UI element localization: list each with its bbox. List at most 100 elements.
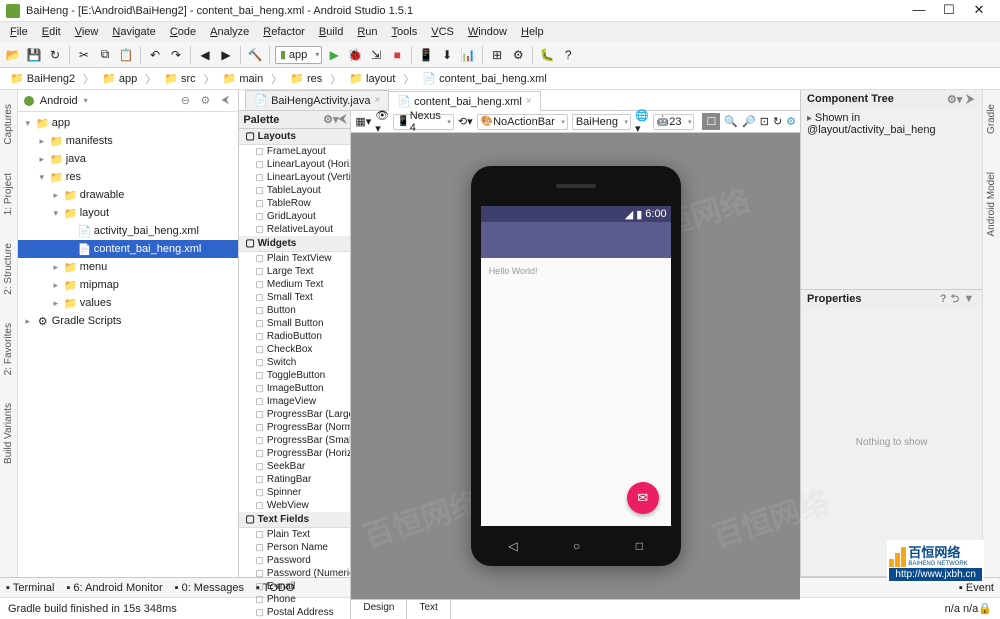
viewport-icon[interactable]: ☐	[702, 113, 720, 130]
tree-node[interactable]: ▸⚙Gradle Scripts	[18, 312, 239, 330]
palette-category[interactable]: ▢ Widgets	[239, 236, 350, 252]
menu-window[interactable]: Window	[462, 24, 513, 40]
palette-toggle-icon[interactable]: ▦▾	[355, 115, 371, 128]
breadcrumb-item[interactable]: 📄 content_bai_heng.xml	[418, 71, 550, 86]
close-tab-icon[interactable]: ×	[526, 96, 532, 107]
sync-icon[interactable]: ↻	[46, 46, 64, 64]
palette-item[interactable]: ProgressBar (Horizontal)	[239, 447, 350, 460]
menu-navigate[interactable]: Navigate	[106, 24, 161, 40]
attach-icon[interactable]: ⇲	[367, 46, 385, 64]
gutter-tab[interactable]: Android Model	[986, 168, 997, 240]
undo-icon[interactable]: ↶	[146, 46, 164, 64]
tree-node[interactable]: 📄activity_bai_heng.xml	[18, 222, 239, 240]
tree-node[interactable]: ▾📁res	[18, 168, 239, 186]
palette-item[interactable]: SeekBar	[239, 460, 350, 473]
palette-item[interactable]: Phone	[239, 593, 350, 606]
device-screen[interactable]: ◢▮6:00 Hello World! ✉	[481, 206, 671, 526]
menu-refactor[interactable]: Refactor	[257, 24, 311, 40]
tree-node[interactable]: ▸📁drawable	[18, 186, 239, 204]
tree-node[interactable]: 📄content_bai_heng.xml	[18, 240, 239, 258]
palette-item[interactable]: RadioButton	[239, 330, 350, 343]
zoom-fit-icon[interactable]: ⊡	[760, 115, 769, 128]
palette-item[interactable]: CheckBox	[239, 343, 350, 356]
palette-item[interactable]: FrameLayout	[239, 145, 350, 158]
paste-icon[interactable]: 📋	[117, 46, 135, 64]
ct-hide-icon[interactable]: ⮞	[964, 93, 976, 106]
palette-item[interactable]: Password	[239, 554, 350, 567]
palette-category[interactable]: ▢ Text Fields	[239, 512, 350, 528]
locale-icon[interactable]: 🌐▾	[635, 109, 649, 135]
gear-icon[interactable]: ⚙	[198, 94, 212, 107]
menu-code[interactable]: Code	[164, 24, 202, 40]
cut-icon[interactable]: ✂	[75, 46, 93, 64]
menu-edit[interactable]: Edit	[36, 24, 67, 40]
palette-item[interactable]: Postal Address	[239, 606, 350, 619]
avd-icon[interactable]: 📱	[417, 46, 435, 64]
tree-node[interactable]: ▸📁menu	[18, 258, 239, 276]
structure-icon[interactable]: ⊞	[488, 46, 506, 64]
breadcrumb-item[interactable]: 📁 src	[160, 71, 199, 86]
palette-item[interactable]: RelativeLayout	[239, 223, 350, 236]
tree-node[interactable]: ▸📁mipmap	[18, 276, 239, 294]
event-log-button[interactable]: ▪ Event	[959, 582, 994, 594]
open-icon[interactable]: 📂	[4, 46, 22, 64]
tree-node[interactable]: ▾📁layout	[18, 204, 239, 222]
project-view-selector[interactable]: Android	[40, 95, 78, 107]
activity-selector[interactable]: BaiHeng	[572, 114, 631, 130]
palette-item[interactable]: Plain Text	[239, 528, 350, 541]
palette-item[interactable]: Small Button	[239, 317, 350, 330]
orientation-icon[interactable]: ⟲▾	[458, 115, 473, 128]
hide-icon[interactable]: ⮜	[218, 94, 232, 107]
palette-item[interactable]: Switch	[239, 356, 350, 369]
palette-item[interactable]: Person Name	[239, 541, 350, 554]
tool-window-button[interactable]: ▪Terminal	[6, 582, 54, 594]
prop-revert-icon[interactable]: ⮌	[949, 290, 962, 309]
copy-icon[interactable]: ⧉	[96, 46, 114, 64]
prop-filter-icon[interactable]: ▼	[961, 293, 976, 305]
palette-item[interactable]: Medium Text	[239, 278, 350, 291]
palette-item[interactable]: Button	[239, 304, 350, 317]
run-icon[interactable]: ▶	[325, 46, 343, 64]
tree-node[interactable]: ▾📁app	[18, 114, 239, 132]
zoom-in-icon[interactable]: 🔍	[724, 115, 738, 128]
palette-item[interactable]: ImageButton	[239, 382, 350, 395]
editor-tab[interactable]: 📄 BaiHengActivity.java×	[245, 90, 389, 110]
monitor-icon[interactable]: 📊	[459, 46, 477, 64]
palette-item[interactable]: RatingBar	[239, 473, 350, 486]
menu-run[interactable]: Run	[351, 24, 383, 40]
minimize-button[interactable]: —	[904, 1, 934, 21]
gutter-tab[interactable]: 2: Favorites	[3, 319, 14, 379]
ct-gear-icon[interactable]: ⚙▾	[945, 93, 964, 106]
palette-gear-icon[interactable]: ⚙▾	[323, 113, 338, 126]
tool-window-button[interactable]: ▪0: Messages	[175, 582, 244, 594]
palette-item[interactable]: Spinner	[239, 486, 350, 499]
editor-tab[interactable]: 📄 content_bai_heng.xml×	[388, 91, 540, 111]
refresh-icon[interactable]: ↻	[773, 115, 782, 128]
gutter-tab[interactable]: Gradle	[986, 100, 997, 138]
palette-item[interactable]: Small Text	[239, 291, 350, 304]
breadcrumb-item[interactable]: 📁 res	[286, 71, 326, 86]
run-config-selector[interactable]: ▮ app	[275, 46, 322, 64]
status-lock-icon[interactable]: 🔒	[978, 602, 992, 615]
palette-item[interactable]: Plain TextView	[239, 252, 350, 265]
breadcrumb-item[interactable]: 📁 main	[219, 71, 268, 86]
palette-item[interactable]: GridLayout	[239, 210, 350, 223]
palette-hide-icon[interactable]: ⮜	[339, 113, 347, 126]
menu-help[interactable]: Help	[515, 24, 550, 40]
api-selector[interactable]: 🤖23	[653, 114, 695, 130]
make-icon[interactable]: 🔨	[246, 46, 264, 64]
gutter-tab[interactable]: 2: Structure	[3, 239, 14, 299]
zoom-out-icon[interactable]: 🔎	[742, 115, 756, 128]
settings-icon[interactable]: ⚙	[509, 46, 527, 64]
palette-item[interactable]: ProgressBar (Large)	[239, 408, 350, 421]
debug-icon[interactable]: 🐞	[346, 46, 364, 64]
palette-item[interactable]: TableLayout	[239, 184, 350, 197]
palette-item[interactable]: WebView	[239, 499, 350, 512]
breadcrumb-item[interactable]: 📁 app	[98, 71, 141, 86]
design-tab-text[interactable]: Text	[407, 600, 450, 619]
view-options-icon[interactable]: 👁▾	[375, 109, 389, 135]
prop-help-icon[interactable]: ?	[938, 293, 949, 305]
breadcrumb-item[interactable]: 📁 layout	[345, 71, 399, 86]
menu-file[interactable]: File	[4, 24, 34, 40]
gutter-tab[interactable]: Build Variants	[3, 399, 14, 468]
